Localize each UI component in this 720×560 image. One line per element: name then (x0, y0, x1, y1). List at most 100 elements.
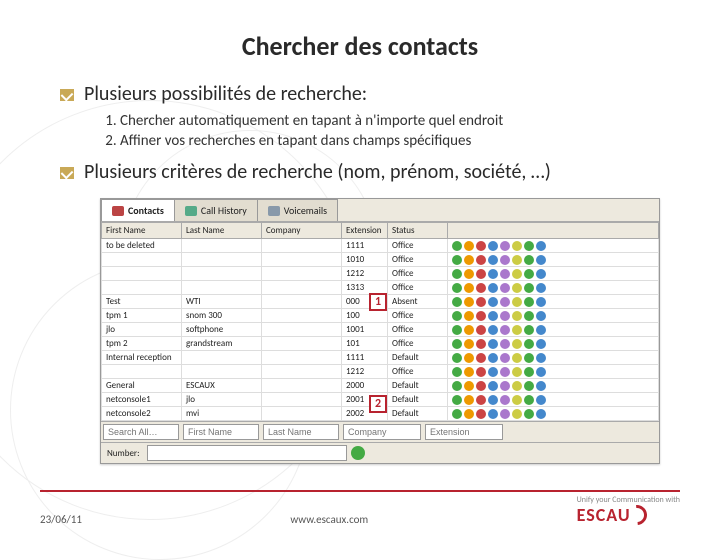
search-all-input[interactable] (103, 424, 179, 440)
action-icon[interactable] (536, 311, 546, 321)
table-row[interactable]: to be deleted1111Office (102, 239, 659, 253)
action-icon[interactable] (464, 241, 474, 251)
action-icon[interactable] (464, 297, 474, 307)
action-icon[interactable] (524, 297, 534, 307)
table-row[interactable]: jlosoftphone1001Office (102, 323, 659, 337)
dial-icon[interactable] (351, 446, 365, 460)
action-icon[interactable] (500, 297, 510, 307)
action-icon[interactable] (524, 255, 534, 265)
action-icon[interactable] (476, 311, 486, 321)
action-icon[interactable] (524, 311, 534, 321)
action-icon[interactable] (488, 395, 498, 405)
action-icon[interactable] (500, 381, 510, 391)
action-icon[interactable] (452, 339, 462, 349)
action-icon[interactable] (500, 241, 510, 251)
action-icon[interactable] (524, 241, 534, 251)
table-row[interactable]: 1010Office (102, 253, 659, 267)
action-icon[interactable] (464, 395, 474, 405)
action-icon[interactable] (512, 409, 522, 419)
col-status[interactable]: Status (388, 223, 448, 239)
action-icon[interactable] (500, 353, 510, 363)
table-row[interactable]: GeneralESCAUX2000Default (102, 379, 659, 393)
action-icon[interactable] (476, 367, 486, 377)
action-icon[interactable] (476, 241, 486, 251)
action-icon[interactable] (452, 367, 462, 377)
action-icon[interactable] (464, 367, 474, 377)
action-icon[interactable] (512, 311, 522, 321)
table-row[interactable]: Internal reception1111Default (102, 351, 659, 365)
tab-contacts[interactable]: Contacts (101, 199, 175, 221)
tab-call-history[interactable]: Call History (174, 199, 258, 221)
action-icon[interactable] (512, 297, 522, 307)
action-icon[interactable] (488, 269, 498, 279)
action-icon[interactable] (464, 255, 474, 265)
action-icon[interactable] (464, 353, 474, 363)
search-last-input[interactable] (263, 424, 339, 440)
action-icon[interactable] (464, 381, 474, 391)
action-icon[interactable] (488, 339, 498, 349)
action-icon[interactable] (536, 269, 546, 279)
action-icon[interactable] (500, 339, 510, 349)
action-icon[interactable] (476, 297, 486, 307)
action-icon[interactable] (524, 409, 534, 419)
action-icon[interactable] (500, 367, 510, 377)
action-icon[interactable] (452, 409, 462, 419)
action-icon[interactable] (452, 325, 462, 335)
action-icon[interactable] (476, 353, 486, 363)
action-icon[interactable] (524, 395, 534, 405)
action-icon[interactable] (536, 241, 546, 251)
action-icon[interactable] (452, 297, 462, 307)
action-icon[interactable] (500, 283, 510, 293)
number-input[interactable] (147, 445, 347, 461)
action-icon[interactable] (512, 353, 522, 363)
action-icon[interactable] (464, 325, 474, 335)
table-row[interactable]: 1212Office (102, 365, 659, 379)
action-icon[interactable] (488, 255, 498, 265)
action-icon[interactable] (452, 395, 462, 405)
action-icon[interactable] (500, 395, 510, 405)
action-icon[interactable] (452, 269, 462, 279)
action-icon[interactable] (536, 297, 546, 307)
action-icon[interactable] (512, 395, 522, 405)
action-icon[interactable] (536, 255, 546, 265)
action-icon[interactable] (512, 339, 522, 349)
action-icon[interactable] (464, 409, 474, 419)
action-icon[interactable] (512, 325, 522, 335)
search-ext-input[interactable] (425, 424, 503, 440)
table-row[interactable]: 1212Office (102, 267, 659, 281)
action-icon[interactable] (488, 353, 498, 363)
action-icon[interactable] (476, 269, 486, 279)
action-icon[interactable] (488, 283, 498, 293)
action-icon[interactable] (500, 325, 510, 335)
action-icon[interactable] (476, 381, 486, 391)
action-icon[interactable] (512, 255, 522, 265)
search-first-input[interactable] (183, 424, 259, 440)
action-icon[interactable] (464, 339, 474, 349)
action-icon[interactable] (524, 283, 534, 293)
action-icon[interactable] (452, 311, 462, 321)
col-company[interactable]: Company (262, 223, 342, 239)
action-icon[interactable] (488, 297, 498, 307)
action-icon[interactable] (512, 283, 522, 293)
action-icon[interactable] (500, 409, 510, 419)
tab-voicemails[interactable]: Voicemails (257, 199, 338, 221)
action-icon[interactable] (452, 241, 462, 251)
action-icon[interactable] (476, 325, 486, 335)
action-icon[interactable] (452, 283, 462, 293)
col-lastname[interactable]: Last Name (182, 223, 262, 239)
action-icon[interactable] (536, 339, 546, 349)
action-icon[interactable] (488, 367, 498, 377)
action-icon[interactable] (536, 325, 546, 335)
action-icon[interactable] (476, 395, 486, 405)
action-icon[interactable] (476, 409, 486, 419)
action-icon[interactable] (536, 283, 546, 293)
table-row[interactable]: tpm 2grandstream101Office (102, 337, 659, 351)
action-icon[interactable] (524, 269, 534, 279)
action-icon[interactable] (500, 255, 510, 265)
action-icon[interactable] (452, 353, 462, 363)
action-icon[interactable] (512, 241, 522, 251)
action-icon[interactable] (452, 255, 462, 265)
search-company-input[interactable] (343, 424, 421, 440)
action-icon[interactable] (524, 367, 534, 377)
action-icon[interactable] (536, 409, 546, 419)
